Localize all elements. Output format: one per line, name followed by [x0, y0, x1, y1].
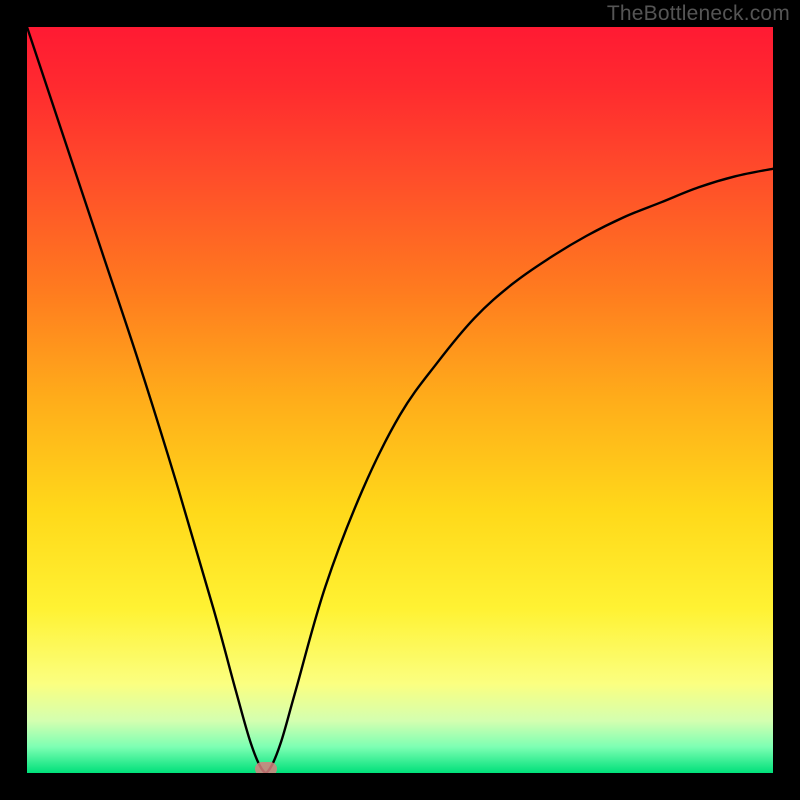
optimal-marker	[255, 762, 277, 773]
chart-frame: TheBottleneck.com	[0, 0, 800, 800]
chart-svg	[27, 27, 773, 773]
plot-area	[27, 27, 773, 773]
watermark-text: TheBottleneck.com	[607, 2, 790, 26]
gradient-background	[27, 27, 773, 773]
